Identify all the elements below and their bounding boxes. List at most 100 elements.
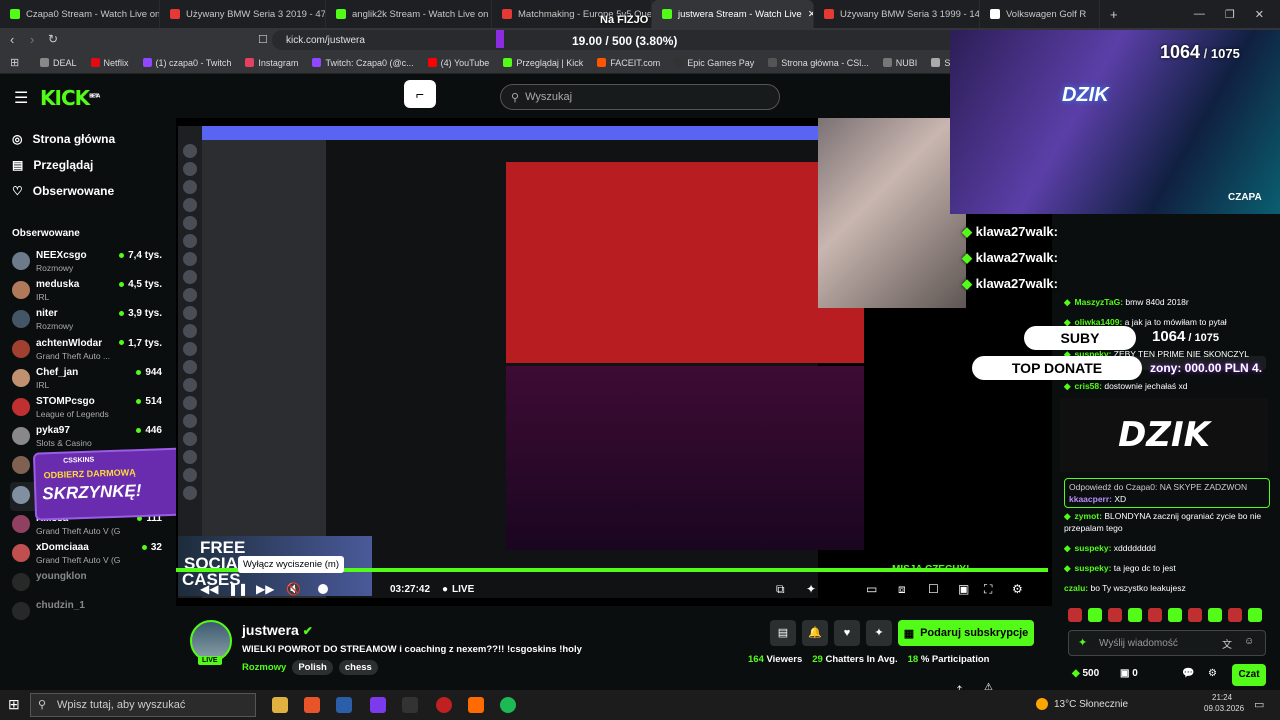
- chat-toggle-icon[interactable]: ☐: [928, 582, 939, 596]
- nav-following[interactable]: ♡ Obserwowane: [12, 184, 114, 198]
- bookmark-icon[interactable]: ☐: [258, 33, 268, 46]
- spotify-icon[interactable]: [500, 697, 516, 713]
- following-item[interactable]: xDomciaaa Grand Theft Auto V (GTA) 32: [10, 540, 162, 569]
- reply-username[interactable]: kkaacperr:: [1069, 494, 1112, 504]
- gift-icon[interactable]: ✦: [866, 620, 892, 646]
- bell-icon[interactable]: 🔔: [802, 620, 828, 646]
- following-item[interactable]: chudzin_1: [10, 598, 160, 627]
- mod-icon[interactable]: ▤: [770, 620, 796, 646]
- bookmark-item[interactable]: Instagram: [245, 58, 298, 68]
- clock-time[interactable]: 21:24: [1212, 693, 1232, 702]
- chat-count[interactable]: ▣ 0: [1120, 668, 1138, 679]
- faceit-icon[interactable]: [436, 697, 452, 713]
- epic-icon[interactable]: [402, 697, 418, 713]
- clip-icon[interactable]: ⧉: [776, 582, 785, 597]
- emote-icon[interactable]: [1128, 608, 1142, 622]
- following-item[interactable]: Chef_jan IRL 944: [10, 365, 162, 394]
- chat-bubble-icon[interactable]: 💬: [1182, 668, 1194, 679]
- search-input[interactable]: ⚲ Wyszukaj: [500, 84, 780, 110]
- chat-username[interactable]: suspeky:: [1064, 543, 1111, 553]
- kick-app-icon[interactable]: ⌐: [404, 80, 436, 108]
- forward-icon[interactable]: ▶▶: [256, 582, 274, 596]
- emote-icon[interactable]: [1108, 608, 1122, 622]
- sparkle-icon[interactable]: ✦: [806, 582, 816, 596]
- brave-icon[interactable]: [304, 697, 320, 713]
- emote-icon[interactable]: [1208, 608, 1222, 622]
- theater-icon[interactable]: ▭: [866, 582, 877, 596]
- emote-icon[interactable]: [1168, 608, 1182, 622]
- minimize-icon[interactable]: —: [1194, 8, 1205, 21]
- close-icon[interactable]: ✕: [1255, 8, 1264, 21]
- nav-home[interactable]: ◎ Strona główna: [12, 132, 115, 146]
- bookmark-item[interactable]: Strona główna - CSl...: [768, 58, 869, 68]
- browser-tab[interactable]: Używany BMW Seria 3 1999 - 14 750: [814, 0, 980, 28]
- follow-heart-icon[interactable]: ♥: [834, 620, 860, 646]
- following-item[interactable]: achtenWlodar Grand Theft Auto ... 1,7 tys.: [10, 336, 162, 365]
- windows-start-icon[interactable]: ⊞: [8, 696, 20, 713]
- browser-tab[interactable]: Volkswagen Golf R: [980, 0, 1100, 28]
- live-indicator[interactable]: LIVE: [442, 584, 474, 595]
- bookmark-item[interactable]: DEAL: [40, 58, 77, 68]
- notification-icon[interactable]: ▭: [1254, 698, 1264, 711]
- pip-icon[interactable]: ⧈: [898, 582, 906, 597]
- rewind-icon[interactable]: ◀◀: [200, 582, 218, 596]
- emote-icon[interactable]: [1148, 608, 1162, 622]
- back-icon[interactable]: ‹: [10, 32, 14, 47]
- reload-icon[interactable]: ↻: [48, 32, 58, 46]
- chat-username[interactable]: suspeky:: [1064, 563, 1111, 573]
- settings-icon[interactable]: ⚙: [1012, 582, 1023, 596]
- new-tab-icon[interactable]: +: [1110, 7, 1118, 22]
- chat-sparkle-icon[interactable]: ✦: [1078, 636, 1087, 649]
- channel-name[interactable]: justwera ✔: [242, 622, 313, 638]
- fullscreen-icon[interactable]: ⛶: [984, 582, 992, 597]
- following-item[interactable]: meduska IRL 4,5 tys.: [10, 277, 162, 306]
- chat-settings-icon[interactable]: ⚙: [1208, 668, 1217, 679]
- nav-browse[interactable]: ▤ Przeglądaj: [12, 158, 93, 172]
- browser-tab[interactable]: anglik2k Stream - Watch Live on Kick: [326, 0, 492, 28]
- browser-tab[interactable]: justwera Stream - Watch Live✕: [652, 0, 814, 28]
- emote-icon[interactable]: [1228, 608, 1242, 622]
- clock-date[interactable]: 09.03.2026: [1204, 704, 1244, 713]
- bookmark-item[interactable]: (4) YouTube: [427, 58, 489, 68]
- emote-icon[interactable]: [1068, 608, 1082, 622]
- faceit-ac-icon[interactable]: [468, 697, 484, 713]
- category-link[interactable]: Rozmowy: [242, 660, 286, 675]
- apps-icon[interactable]: ⊞: [10, 56, 19, 69]
- chat-username[interactable]: MaszyzTaG:: [1064, 297, 1123, 307]
- following-item[interactable]: NEEXcsgo Rozmowy 7,4 tys.: [10, 248, 162, 277]
- tag-chess[interactable]: chess: [338, 660, 378, 675]
- bookmark-item[interactable]: (1) czapa0 - Twitch: [142, 58, 231, 68]
- bookmark-item[interactable]: Netflix: [90, 58, 129, 68]
- emote-icon[interactable]: [1248, 608, 1262, 622]
- gift-sub-button[interactable]: ▦ Podaruj subskrypcje: [898, 620, 1034, 646]
- cast-icon[interactable]: ▣: [958, 582, 969, 596]
- following-item[interactable]: niter Rozmowy 3,9 tys.: [10, 306, 162, 335]
- translate-icon[interactable]: 文: [1222, 636, 1232, 651]
- emote-icon[interactable]: [1088, 608, 1102, 622]
- browser-tab[interactable]: Używany BMW Seria 3 2019 - 47 800: [160, 0, 326, 28]
- mute-icon[interactable]: 🔇: [286, 582, 301, 596]
- pause-icon[interactable]: ❚❚: [228, 582, 248, 596]
- promo-sticker[interactable]: CSSKINS ODBIERZ DARMOWĄ SKRZYNKĘ!: [32, 447, 192, 521]
- app-icon[interactable]: [370, 697, 386, 713]
- bookmark-item[interactable]: Przeglądaj | Kick: [503, 58, 583, 68]
- chat-username[interactable]: czalu:: [1064, 583, 1088, 593]
- following-item[interactable]: STOMPcsgo League of Legends 514: [10, 394, 162, 423]
- following-item[interactable]: youngklon: [10, 569, 160, 598]
- bookmark-item[interactable]: FACEIT.com: [597, 58, 660, 68]
- video-player[interactable]: FREE SOCIAL CASES MISJA CZECHY!: [176, 118, 1052, 606]
- kick-logo[interactable]: KICKBETA: [40, 86, 100, 110]
- bookmark-item[interactable]: Epic Games Pay: [674, 58, 754, 68]
- menu-icon[interactable]: ☰: [14, 88, 28, 108]
- forward-icon[interactable]: ›: [30, 32, 34, 47]
- emote-icon[interactable]: [1188, 608, 1202, 622]
- chat-username[interactable]: zymot:: [1064, 511, 1102, 521]
- bookmark-item[interactable]: NUBI: [882, 58, 917, 68]
- steam-icon[interactable]: [336, 697, 352, 713]
- chat-send-button[interactable]: Czat: [1232, 664, 1266, 686]
- weather-text[interactable]: 13°C Słonecznie: [1054, 699, 1128, 710]
- maximize-icon[interactable]: ❐: [1225, 8, 1235, 21]
- following-item[interactable]: pyka97 Slots & Casino 446: [10, 423, 162, 452]
- taskbar-search[interactable]: Wpisz tutaj, aby wyszukać: [30, 693, 256, 717]
- volume-slider-handle[interactable]: [318, 584, 328, 594]
